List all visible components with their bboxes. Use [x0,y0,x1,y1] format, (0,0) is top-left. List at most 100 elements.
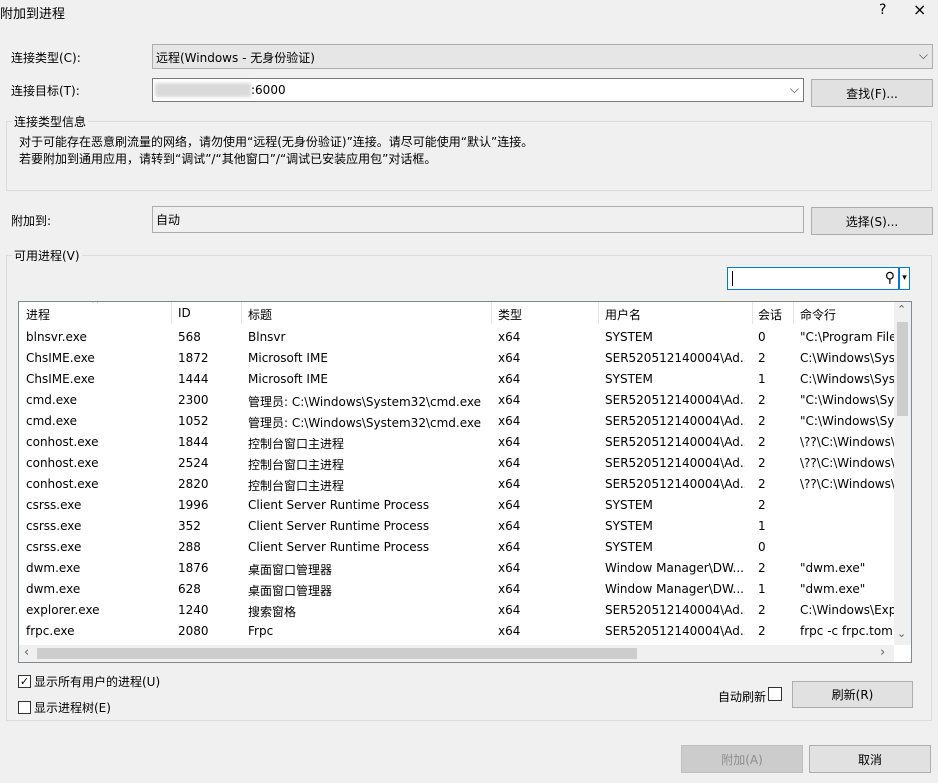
col-header-process[interactable]: 进程 [26,306,50,323]
cell-id: 568 [178,330,201,344]
attach-button[interactable]: 附加(A) [681,745,803,773]
scroll-down-arrow-icon[interactable]: ⌄ [897,627,906,640]
process-list[interactable]: 进程 ^ ID 标题 类型 用户名 会话 命令行 blnsvr.exe 568 Bl… [18,301,912,663]
auto-refresh-checkbox[interactable] [768,687,782,701]
process-list-header: 进程 ^ ID 标题 类型 用户名 会话 命令行 [19,302,894,324]
table-row[interactable]: cmd.exe 1052 管理员: C:\Windows\System32\cmd.… [19,411,894,432]
cell-session: 2 [758,351,766,365]
cell-session: 2 [758,477,766,491]
scroll-right-arrow-icon[interactable]: › [880,645,885,660]
window-title: 附加到进程 [0,7,66,22]
close-button[interactable]: × [913,0,926,19]
connection-target-input[interactable]: :6000 ⌵ [152,78,804,102]
col-header-type[interactable]: 类型 [498,306,522,323]
cell-type: x64 [498,582,521,596]
table-row[interactable]: dwm.exe 1876 桌面窗口管理器 x64 Window Manager\DW..… [19,558,894,579]
cell-process: ChsIME.exe [26,372,95,386]
col-header-session[interactable]: 会话 [758,306,782,323]
table-row[interactable]: conhost.exe 2820 控制台窗口主进程 x64 SER52051214000… [19,474,894,495]
col-header-cmdline[interactable]: 命令行 [800,306,836,323]
redacted-host-blur [155,83,251,97]
cell-process: ChsIME.exe [26,351,95,365]
refresh-button[interactable]: 刷新(R) [792,681,913,708]
search-icon[interactable]: ⚲ [885,270,895,286]
cell-session: 2 [758,393,766,407]
vertical-scroll-thumb[interactable] [897,322,908,416]
cell-cmdline: C:\Windows\Sys [800,372,894,386]
select-button[interactable]: 选择(S)... [811,207,933,235]
table-row[interactable]: dwm.exe 628 桌面窗口管理器 x64 Window Manager\DW...… [19,579,894,600]
cell-id: 1996 [178,498,209,512]
chevron-down-icon: ⌵ [918,48,928,62]
cell-username: SYSTEM [605,519,653,533]
column-divider[interactable] [491,302,492,324]
cell-session: 1 [758,582,766,596]
col-header-id[interactable]: ID [178,306,191,320]
connection-type-label: 连接类型(C): [11,51,81,65]
cell-type: x64 [498,477,521,491]
table-row[interactable]: frpc.exe 2080 Frpc x64 SER520512140004\Ad...… [19,621,894,642]
cell-id: 2524 [178,456,209,470]
chevron-down-icon[interactable]: ⌵ [790,82,799,97]
cell-type: x64 [498,414,521,428]
column-divider[interactable] [793,302,794,324]
table-row[interactable]: csrss.exe 352 Client Server Runtime Proces… [19,516,894,537]
search-input[interactable]: ⚲ [727,267,899,290]
cell-id: 2080 [178,624,209,638]
search-options-dropdown[interactable]: ▾ [899,267,910,290]
cell-cmdline: "dwm.exe" [800,582,866,596]
cancel-button[interactable]: 取消 [809,745,931,773]
cell-title: Frpc [248,624,274,638]
help-button[interactable]: ? [879,2,886,18]
vertical-scrollbar[interactable]: ⌃ ⌄ [894,302,911,645]
cell-type: x64 [498,603,521,617]
scroll-left-arrow-icon[interactable]: ‹ [24,645,29,660]
cell-cmdline: C:\Windows\Exp [800,603,894,617]
cell-username: SER520512140004\Ad... [605,456,745,470]
cell-type: x64 [498,519,521,533]
table-row[interactable]: ChsIME.exe 1872 Microsoft IME x64 SER5205121… [19,348,894,369]
column-divider[interactable] [171,302,172,324]
cell-cmdline: "C:\Windows\Sy [800,393,894,407]
connection-type-select[interactable]: 远程(Windows - 无身份验证) ⌵ [152,44,933,69]
cell-username: SER520512140004\Ad... [605,435,745,449]
show-tree-option[interactable]: 显示进程树(E) [18,699,111,716]
show-tree-checkbox[interactable] [18,701,31,714]
find-button[interactable]: 查找(F)... [811,79,933,107]
table-row[interactable]: ChsIME.exe 1444 Microsoft IME x64 SYSTEM 1 C:\… [19,369,894,390]
scroll-up-arrow-icon[interactable]: ⌃ [897,303,906,316]
cell-username: SER520512140004\Ad... [605,414,745,428]
cell-cmdline: frpc -c frpc.tom [800,624,893,638]
cell-title: Client Server Runtime Process [248,519,430,533]
cell-username: SER520512140004\Ad... [605,603,745,617]
column-divider[interactable] [752,302,753,324]
horizontal-scrollbar[interactable]: ‹ › [19,645,894,662]
column-divider[interactable] [598,302,599,324]
show-all-users-checkbox[interactable]: ✓ [18,675,31,688]
process-rows: blnsvr.exe 568 Blnsvr x64 SYSTEM 0 "C:\Program… [19,327,894,647]
cell-process: dwm.exe [26,582,81,596]
cell-session: 2 [758,414,766,428]
cell-title: Microsoft IME [248,351,328,365]
col-header-username[interactable]: 用户名 [605,306,641,323]
table-row[interactable]: conhost.exe 2524 控制台窗口主进程 x64 SER52051214000… [19,453,894,474]
show-all-users-option[interactable]: ✓ 显示所有用户的进程(U) [18,673,160,690]
table-row[interactable]: conhost.exe 1844 控制台窗口主进程 x64 SER52051214000… [19,432,894,453]
horizontal-scroll-thumb[interactable] [37,648,637,659]
table-row[interactable]: cmd.exe 2300 管理员: C:\Windows\System32\cmd.… [19,390,894,411]
cell-title: 管理员: C:\Windows\System32\cmd.exe ... [248,416,486,430]
cell-title: 搜索窗格 [248,605,297,619]
cell-process: frpc.exe [26,624,75,638]
cell-username: SYSTEM [605,372,653,386]
cell-process: conhost.exe [26,477,99,491]
table-row[interactable]: blnsvr.exe 568 Blnsvr x64 SYSTEM 0 "C:\Program… [19,327,894,348]
attach-to-field: 自动 [152,206,804,233]
col-header-title[interactable]: 标题 [248,306,272,323]
cell-type: x64 [498,561,521,575]
table-row[interactable]: csrss.exe 288 Client Server Runtime Proces… [19,537,894,558]
cell-title: 管理员: C:\Windows\System32\cmd.exe ... [248,395,486,409]
table-row[interactable]: explorer.exe 1240 搜索窗格 x64 SER520512140004\A… [19,600,894,621]
attach-to-value: 自动 [156,213,181,227]
table-row[interactable]: csrss.exe 1996 Client Server Runtime Proce… [19,495,894,516]
column-divider[interactable] [241,302,242,324]
